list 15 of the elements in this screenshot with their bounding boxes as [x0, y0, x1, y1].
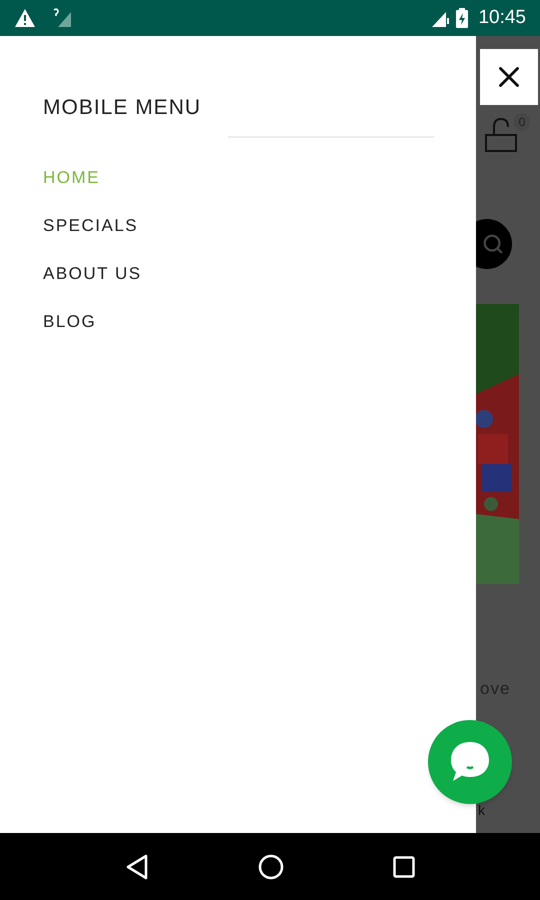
close-button[interactable]: [480, 49, 538, 105]
menu-item[interactable]: ABOUT US: [43, 262, 142, 284]
search-icon: [482, 233, 504, 255]
home-icon[interactable]: [258, 854, 284, 880]
menu-item[interactable]: SPECIALS: [43, 214, 138, 236]
back-icon[interactable]: [124, 854, 149, 880]
status-time: 10:45: [478, 6, 526, 30]
battery-icon: [456, 8, 468, 28]
recent-apps-icon[interactable]: [393, 856, 416, 878]
chat-bubble-icon: [449, 740, 491, 784]
warning-icon: [14, 8, 36, 28]
menu-item[interactable]: BLOG: [43, 310, 96, 332]
page-text: k: [478, 802, 485, 818]
signal-icon: [52, 8, 72, 28]
drawer-title: MOBILE MENU: [43, 95, 202, 121]
